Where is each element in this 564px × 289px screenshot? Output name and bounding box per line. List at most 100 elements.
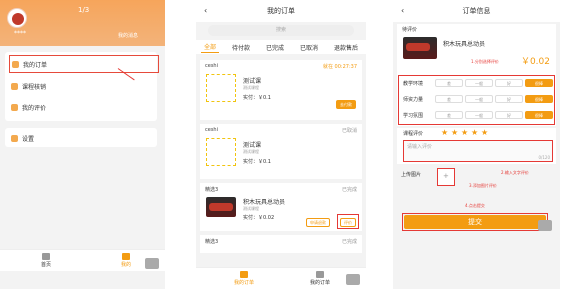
comment-placeholder: 请输入评价	[407, 144, 433, 150]
rating-option[interactable]: 好	[495, 111, 523, 119]
product-subtitle: 测试课程	[243, 149, 259, 154]
section-label: 待评价	[402, 27, 418, 33]
orders-screen: ‹ 我的订单 搜索 全部 待付款 已完成 已取消 退款售后 ceshi 就在 0…	[196, 0, 366, 289]
product-name: 积木玩具总动员	[243, 199, 286, 206]
orders-icon	[316, 271, 324, 278]
user-icon	[122, 253, 130, 260]
messages-link[interactable]: 我的消息	[118, 32, 138, 39]
rating-option[interactable]: 差	[435, 111, 463, 119]
orders-icon	[240, 271, 248, 278]
review-screen: ‹ 订单信息 待评价 积木玩具总动员 ￥0.02 1.分别选择评价 教学环境 差…	[393, 0, 560, 289]
menu-item-my-reviews[interactable]: 我的评价	[11, 98, 46, 116]
char-counter: 0/120	[538, 155, 550, 160]
refund-button[interactable]: 申请退款	[306, 218, 330, 227]
menu-item-label: 我的订单	[23, 61, 48, 69]
rating-option[interactable]: 一般	[465, 95, 493, 103]
page-indicator: 1/3	[78, 6, 90, 14]
avatar-image	[12, 13, 24, 25]
avatar[interactable]	[7, 8, 27, 28]
order-card[interactable]: ceshi 就在 00:27:37 测试课 测试课程 实付：￥0.1 去付款	[200, 60, 362, 120]
rating-option[interactable]: 一般	[465, 79, 493, 87]
product-thumbnail	[403, 37, 437, 59]
back-icon[interactable]: ‹	[401, 6, 404, 15]
rating-option[interactable]: 一般	[465, 111, 493, 119]
menu-item-label: 课程核销	[22, 83, 47, 91]
star-icon[interactable]: ★	[461, 129, 468, 137]
tab-home[interactable]: 首页	[36, 253, 56, 268]
product-thumbnail	[206, 74, 236, 102]
tab-mine[interactable]: 我的	[116, 253, 136, 268]
annotation-highlight	[337, 214, 359, 229]
tab-cancelled[interactable]: 已取消	[297, 42, 321, 53]
product-thumbnail	[206, 138, 236, 166]
comment-section: 课程评价 ★ ★ ★ ★ ★ 请输入评价 0/120	[397, 128, 556, 164]
order-shop: ceshi	[205, 63, 218, 69]
tab-my-orders-alt[interactable]: 我的订单	[308, 271, 332, 286]
rating-label: 师资力量	[403, 97, 424, 103]
order-tabs: 全部 待付款 已完成 已取消 退款售后	[196, 40, 366, 54]
menu-item-course-verify[interactable]: 课程核销	[11, 77, 46, 95]
tab-label: 我的订单	[233, 280, 254, 286]
order-card[interactable]: 精选3 已完成	[200, 235, 362, 253]
rating-option-selected[interactable]: 很棒	[525, 95, 553, 103]
rating-option[interactable]: 好	[495, 79, 523, 87]
upload-label: 上传图片	[401, 172, 422, 178]
download-icon[interactable]	[145, 258, 159, 269]
star-icon[interactable]: ★	[471, 129, 478, 137]
tab-label: 首页	[40, 262, 51, 268]
back-icon[interactable]: ‹	[204, 6, 207, 15]
search-input[interactable]: 搜索	[208, 25, 354, 36]
verify-icon	[11, 82, 18, 90]
rating-option-selected[interactable]: 很棒	[525, 111, 553, 119]
profile-tabbar: 首页 我的	[0, 249, 165, 271]
tab-my-orders[interactable]: 我的订单	[232, 271, 256, 286]
tab-label: 我的	[120, 262, 131, 268]
annotation-text: 1.分别选择评价	[471, 59, 499, 64]
order-card[interactable]: 精选3 已完成 积木玩具总动员 测试课程 实付：￥0.02 申请退款 评价	[200, 183, 362, 231]
star-icon[interactable]: ★	[451, 129, 458, 137]
tab-refund[interactable]: 退款售后	[331, 42, 361, 53]
menu-item-my-orders[interactable]: 我的订单	[9, 55, 159, 73]
rating-option[interactable]: 好	[495, 95, 523, 103]
download-icon[interactable]	[346, 274, 360, 285]
order-paid-amount: 实付：￥0.1	[243, 159, 271, 165]
product-thumbnail	[206, 197, 236, 217]
plus-icon: +	[443, 172, 449, 180]
annotation-text: 4.点击提交	[465, 203, 485, 208]
menu-item-settings[interactable]: 设置	[11, 129, 34, 147]
product-price: ￥0.02	[520, 57, 550, 67]
star-icon[interactable]: ★	[481, 129, 488, 137]
profile-screen: 1/3 **** 我的消息 我的订单 课程核销 我的评价 设置 首页 我的	[0, 0, 165, 289]
rating-section: 教学环境 差 一般 好 很棒 师资力量 差 一般 好 很棒 学习氛围 差 一般 …	[397, 74, 556, 126]
download-icon[interactable]	[538, 220, 552, 231]
tab-pending-payment[interactable]: 待付款	[229, 42, 253, 53]
tab-label: 我的订单	[309, 280, 330, 286]
pay-button[interactable]: 去付款	[336, 100, 356, 109]
order-status: 已完成	[341, 239, 357, 245]
page-title: 我的订单	[267, 7, 295, 15]
order-shop: ceshi	[205, 127, 218, 133]
review-topbar: ‹ 订单信息	[393, 0, 560, 22]
product-section: 待评价 积木玩具总动员 ￥0.02	[397, 24, 556, 74]
submit-button[interactable]: 提交	[404, 215, 546, 229]
product-name: 积木玩具总动员	[443, 41, 486, 48]
rating-option-selected[interactable]: 很棒	[525, 79, 553, 87]
review-icon	[11, 103, 18, 111]
order-status: 已完成	[341, 187, 357, 193]
screenshot-composite: 1/3 **** 我的消息 我的订单 课程核销 我的评价 设置 首页 我的 ‹ …	[0, 0, 564, 289]
product-subtitle: 测试课程	[243, 206, 259, 211]
rating-option[interactable]: 差	[435, 79, 463, 87]
order-shop: 精选3	[205, 239, 219, 245]
star-icon[interactable]: ★	[441, 129, 448, 137]
tab-all[interactable]: 全部	[200, 41, 219, 53]
product-name: 测试课	[243, 142, 262, 149]
tab-completed[interactable]: 已完成	[263, 42, 287, 53]
rating-option[interactable]: 差	[435, 95, 463, 103]
annotation-text: 2.输入文字评价	[501, 170, 529, 175]
rating-label: 教学环境	[403, 81, 424, 87]
settings-icon	[11, 134, 18, 142]
order-paid-amount: 实付：￥0.02	[243, 215, 275, 221]
order-status: 就在 00:27:37	[322, 64, 357, 70]
product-subtitle: 测试课程	[243, 85, 259, 90]
order-card[interactable]: ceshi 已取消 测试课 测试课程 实付：￥0.1	[200, 124, 362, 179]
